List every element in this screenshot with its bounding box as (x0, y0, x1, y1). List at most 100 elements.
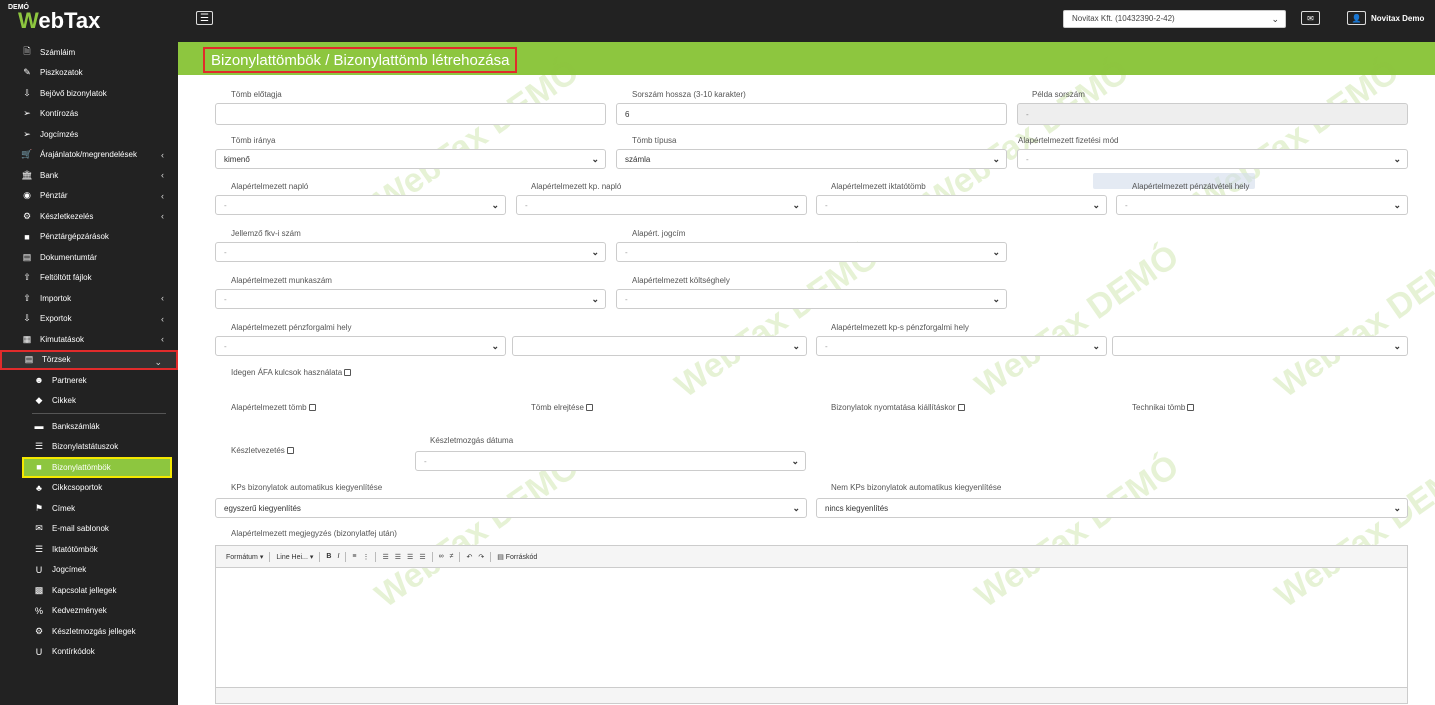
megjegyzes-editor[interactable]: Formátum ▾ Line Hei... ▾ B I ≡ ⋮ ☰ ☰ ☰ ☰… (215, 545, 1408, 704)
fkv-select[interactable]: - ⌄ (215, 242, 606, 262)
naplo-select[interactable]: - ⌄ (215, 195, 506, 215)
jogcim-label: Alapért. jogcím (632, 229, 686, 238)
checkbox-box[interactable] (344, 369, 352, 376)
munkaszam-select[interactable]: - ⌄ (215, 289, 606, 309)
tomb-tipusa-select[interactable]: számla ⌄ (616, 149, 1007, 169)
align-left-icon[interactable]: ☰ (382, 553, 388, 561)
chevron-left-icon: ‹ (161, 190, 164, 201)
company-select[interactable]: Novitax Kft. (10432390-2-42) ⌄ (1063, 10, 1286, 28)
technikai-tomb-checkbox[interactable]: Technikai tömb (1132, 403, 1195, 412)
sidebar-item-piszkozatok[interactable]: ✎ Piszkozatok (0, 63, 178, 84)
redo-icon[interactable]: ↷ (478, 553, 484, 561)
sidebar-subitem-keszletmozgas-jellegek[interactable]: ⚙ Készletmozgás jellegek (0, 621, 178, 642)
main-content: Bizonylattömbök / Bizonylattömb létrehoz… (178, 42, 1435, 705)
sidebar-subitem-email-sablonok[interactable]: ✉ E-mail sablonok (0, 519, 178, 540)
link-icon[interactable]: ∞ (439, 553, 444, 560)
stock-move-icon: ⚙ (34, 625, 44, 636)
sidebar-item-exportok[interactable]: ⇩ Exportok ‹ (0, 309, 178, 330)
sidebar-subitem-iktatotombok[interactable]: ☰ Iktatótömbök (0, 539, 178, 560)
kp-penzforgalmi-select-1[interactable]: - ⌄ (816, 336, 1107, 356)
sidebar-subitem-bizonylattombok[interactable]: ■ Bizonylattömbök (22, 457, 172, 478)
mail-icon[interactable]: ✉ (1301, 11, 1320, 25)
import-icon: ⇧ (23, 292, 31, 303)
sidebar-subitem-cikkcsoportok[interactable]: ♣ Cikkcsoportok (0, 478, 178, 499)
chevron-down-icon: ⌄ (1271, 14, 1279, 24)
penzatveteli-select[interactable]: - ⌄ (1116, 195, 1408, 215)
format-dropdown[interactable]: Formátum ▾ (226, 553, 263, 561)
sidebar-item-feltoltott[interactable]: ⇧ Feltöltött fájlok (0, 268, 178, 289)
ordered-list-icon[interactable]: ≡ (352, 553, 356, 560)
sidebar-subitem-bizonylatstatuszok[interactable]: ☰ Bizonylatstátuszok (0, 437, 178, 458)
sidebar-subitem-jogcimek[interactable]: U Jogcímek (0, 560, 178, 581)
unordered-list-icon[interactable]: ⋮ (362, 553, 369, 561)
align-center-icon[interactable]: ☰ (395, 553, 401, 561)
tomb-elotagja-input[interactable] (215, 103, 606, 125)
idegen-afa-checkbox[interactable]: Idegen ÁFA kulcsok használata (231, 368, 352, 377)
sidebar-item-bejovo[interactable]: ⇩ Bejövő bizonylatok (0, 83, 178, 104)
chevron-down-icon: ⌄ (792, 341, 800, 351)
keszletvezetes-checkbox[interactable]: Készletvezetés (231, 446, 294, 455)
sidebar-item-penztar[interactable]: ◉ Pénztár ‹ (0, 186, 178, 207)
webtax-logo[interactable]: DEMÓ WebTax (8, 4, 168, 38)
kp-naplo-select[interactable]: - ⌄ (516, 195, 807, 215)
bold-button[interactable]: B (326, 553, 331, 560)
penzforgalmi-select-2[interactable]: ⌄ (512, 336, 807, 356)
penzforgalmi-select-1[interactable]: - ⌄ (215, 336, 506, 356)
checkbox-box[interactable] (286, 447, 294, 454)
align-justify-icon[interactable]: ☰ (419, 553, 425, 561)
alapertelmezett-tomb-checkbox[interactable]: Alapértelmezett tömb (231, 403, 316, 412)
file-icon: 🗎 (23, 46, 31, 57)
sidebar-item-bank[interactable]: 🏛 Bank ‹ (0, 165, 178, 186)
sidebar-subitem-cikkek[interactable]: ◆ Cikkek (0, 391, 178, 412)
fizetesi-mod-select[interactable]: - ⌄ (1017, 149, 1408, 169)
sidebar-item-kimutatasok[interactable]: ▦ Kimutatások ‹ (0, 329, 178, 350)
kps-kiegyenlites-select[interactable]: egyszerű kiegyenlítés ⌄ (215, 498, 807, 518)
sidebar-item-importok[interactable]: ⇧ Importok ‹ (0, 288, 178, 309)
sidebar-item-penztargep[interactable]: ■ Pénztárgépzárások (0, 227, 178, 248)
keszletmozgas-datuma-select[interactable]: - ⌄ (415, 451, 806, 471)
sidebar-subitem-bankszamlak[interactable]: ▬ Bankszámlák (0, 416, 178, 437)
nem-kps-kiegyenlites-select[interactable]: nincs kiegyenlítés ⌄ (816, 498, 1408, 518)
sidebar-item-arajanlatok[interactable]: 🛒 Árajánlatok/megrendelések ‹ (0, 145, 178, 166)
align-right-icon[interactable]: ☰ (407, 553, 413, 561)
jogcim-select[interactable]: - ⌄ (616, 242, 1007, 262)
unlink-icon[interactable]: ≠ (450, 553, 454, 560)
undo-icon[interactable]: ↶ (466, 553, 472, 561)
line-height-dropdown[interactable]: Line Hei... ▾ (276, 553, 313, 561)
bank-icon: 🏛 (21, 169, 33, 180)
tomb-iranya-select[interactable]: kimenő ⌄ (215, 149, 606, 169)
toolbar-separator (319, 551, 321, 562)
sidebar-item-dokumentumtar[interactable]: ▤ Dokumentumtár (0, 247, 178, 268)
sidebar-item-torzsek[interactable]: ▤ Törzsek ⌄ (0, 349, 178, 370)
tomb-elrejtese-checkbox[interactable]: Tömb elrejtése (531, 403, 593, 412)
kp-penzforgalmi-select-2[interactable]: ⌄ (1112, 336, 1408, 356)
user-name[interactable]: Novitax Demo (1371, 14, 1424, 23)
bank-account-icon: ▬ (34, 421, 44, 432)
hamburger-menu-icon[interactable]: ☰ (196, 11, 213, 25)
iktatotomb-select[interactable]: - ⌄ (816, 195, 1107, 215)
sorszam-hossza-input[interactable]: 6 (616, 103, 1007, 125)
sidebar-subitem-cimek[interactable]: ⚑ Címek (0, 498, 178, 519)
checkbox-box[interactable] (308, 404, 316, 411)
posting-icon: ➢ (23, 108, 31, 119)
checkbox-box[interactable] (585, 404, 593, 411)
sidebar-subitem-kapcsolat-jellegek[interactable]: ▩ Kapcsolat jellegek (0, 580, 178, 601)
sidebar-item-kontirozas[interactable]: ➢ Kontírozás (0, 104, 178, 125)
nyomtatas-checkbox[interactable]: Bizonylatok nyomtatása kiállításkor (831, 403, 965, 412)
chevron-down-icon: ⌄ (992, 154, 1000, 164)
koltseghely-select[interactable]: - ⌄ (616, 289, 1007, 309)
user-icon[interactable]: 👤 (1347, 11, 1366, 25)
italic-button[interactable]: I (337, 553, 339, 560)
sidebar-item-szamlaim[interactable]: 🗎 Számláim (0, 42, 178, 63)
sidebar-subitem-kedvezmenyek[interactable]: % Kedvezmények (0, 601, 178, 622)
title-icon: ➢ (23, 128, 31, 139)
sidebar-item-jogcimzes[interactable]: ➢ Jogcímzés (0, 124, 178, 145)
source-button[interactable]: ▤ Forráskód (497, 553, 537, 561)
checkbox-box[interactable] (957, 404, 965, 411)
sidebar-subitem-kontirkodok[interactable]: U Kontírkódok (0, 642, 178, 663)
chevron-down-icon: ⌄ (591, 247, 599, 257)
checkbox-box[interactable] (1187, 404, 1195, 411)
sidebar-item-keszletkezeles[interactable]: ⚙ Készletkezelés ‹ (0, 206, 178, 227)
sidebar-subitem-partnerek[interactable]: ☻ Partnerek (0, 370, 178, 391)
address-icon: ⚑ (34, 502, 44, 513)
